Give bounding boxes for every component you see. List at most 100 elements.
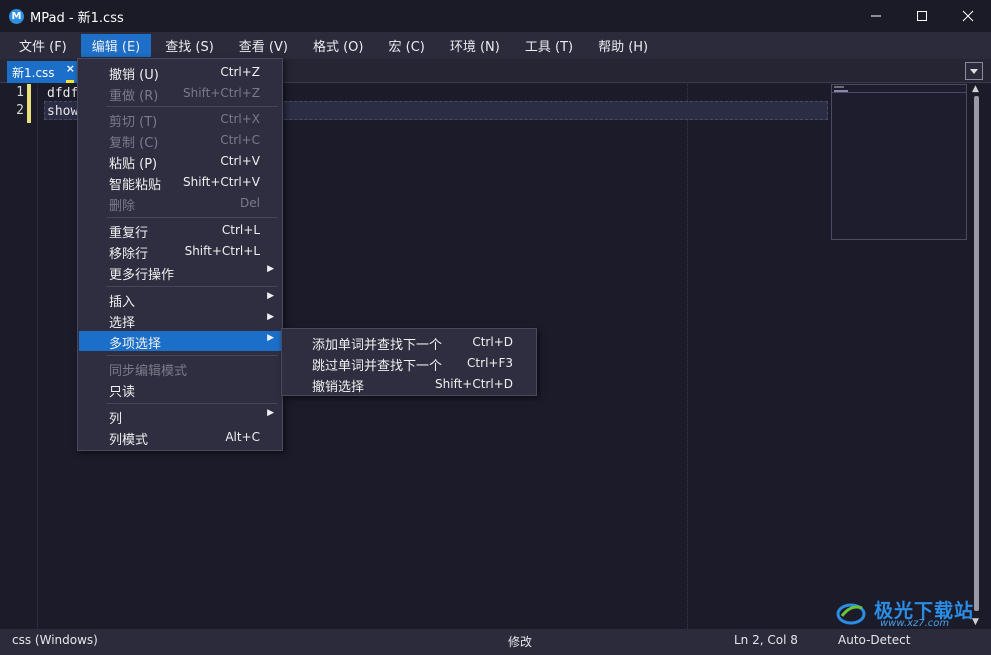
menu-environment[interactable]: 环境 (N) [439, 34, 511, 57]
minimap[interactable] [831, 84, 967, 240]
menu-add-word-find-next[interactable]: 添加单词并查找下一个 Ctrl+D [283, 332, 535, 353]
close-icon [962, 10, 974, 22]
change-marker [27, 103, 31, 123]
submenu-arrow-icon: ▶ [267, 291, 274, 301]
menu-undo[interactable]: 撤销 (U) Ctrl+Z [79, 62, 281, 83]
menu-item-shortcut: Ctrl+F3 [467, 356, 513, 370]
menu-macro[interactable]: 宏 (C) [377, 34, 435, 57]
scrollbar-thumb[interactable] [974, 96, 979, 611]
vertical-scrollbar[interactable]: ▲ ▼ [970, 84, 984, 629]
minimize-icon [871, 15, 881, 17]
menu-paste[interactable]: 粘贴 (P) Ctrl+V [79, 151, 281, 172]
submenu-arrow-icon: ▶ [267, 408, 274, 418]
menu-item-label: 选择 [109, 316, 136, 331]
chevron-down-icon [970, 68, 978, 74]
menu-item-shortcut: Del [240, 196, 260, 210]
title-bar: M MPad - 新1.css [0, 0, 991, 32]
menu-item-label: 智能粘贴 [109, 178, 162, 193]
menu-select[interactable]: 选择 ▶ [79, 310, 281, 331]
maximize-button[interactable] [899, 0, 945, 32]
menu-item-label: 多项选择 [109, 337, 162, 352]
menu-item-label: 撤销 (U) [109, 68, 159, 83]
menu-item-shortcut: Shift+Ctrl+V [183, 175, 260, 189]
menu-item-label: 撤销选择 [312, 380, 365, 395]
menu-separator [106, 217, 278, 218]
menu-item-label: 剪切 (T) [109, 115, 158, 130]
menu-item-label: 只读 [109, 385, 136, 400]
menu-item-label: 插入 [109, 295, 136, 310]
submenu-arrow-icon: ▶ [267, 333, 274, 343]
menu-edit[interactable]: 编辑 (E) [80, 34, 152, 57]
menu-view[interactable]: 查看 (V) [228, 34, 299, 57]
menu-delete[interactable]: 删除 Del [79, 193, 281, 214]
minimize-button[interactable] [853, 0, 899, 32]
menu-smart-paste[interactable]: 智能粘贴 Shift+Ctrl+V [79, 172, 281, 193]
menu-more-line-ops[interactable]: 更多行操作 ▶ [79, 262, 281, 283]
submenu-arrow-icon: ▶ [267, 264, 274, 274]
menu-item-shortcut: Ctrl+C [220, 133, 260, 147]
menu-item-label: 粘贴 (P) [109, 157, 158, 172]
menu-item-shortcut: Ctrl+X [220, 112, 260, 126]
language-mode[interactable]: css (Windows) [12, 633, 98, 647]
menu-item-shortcut: Shift+Ctrl+L [184, 244, 260, 258]
right-margin-guide [687, 84, 688, 629]
code-line[interactable]: show [47, 104, 78, 119]
menu-item-shortcut: Shift+Ctrl+Z [183, 86, 260, 100]
edit-menu: 撤销 (U) Ctrl+Z 重做 (R) Shift+Ctrl+Z 剪切 (T) Ct… [77, 58, 283, 451]
line-number: 2 [16, 103, 24, 118]
menu-insert[interactable]: 插入 ▶ [79, 289, 281, 310]
window-title: MPad - 新1.css [30, 10, 124, 26]
modified-status: 修改 [508, 635, 533, 649]
app-logo-icon: M [9, 8, 24, 24]
menu-sync-edit-mode[interactable]: 同步编辑模式 [79, 358, 281, 379]
scroll-up-icon[interactable]: ▲ [972, 84, 979, 94]
submenu-arrow-icon: ▶ [267, 312, 274, 322]
menu-help[interactable]: 帮助 (H) [587, 34, 659, 57]
menu-item-label: 移除行 [109, 247, 149, 262]
menu-item-shortcut: Shift+Ctrl+D [435, 377, 513, 391]
menu-remove-line[interactable]: 移除行 Shift+Ctrl+L [79, 241, 281, 262]
menu-copy[interactable]: 复制 (C) Ctrl+C [79, 130, 281, 151]
menu-item-label: 同步编辑模式 [109, 364, 188, 379]
maximize-icon [917, 11, 927, 21]
tab-list-dropdown[interactable] [965, 62, 983, 80]
menu-duplicate-line[interactable]: 重复行 Ctrl+L [79, 220, 281, 241]
menu-redo[interactable]: 重做 (R) Shift+Ctrl+Z [79, 83, 281, 104]
cursor-position[interactable]: Ln 2, Col 8 [734, 633, 798, 647]
watermark-logo-icon [836, 603, 866, 625]
code-line[interactable]: dfdf [47, 86, 78, 101]
menu-skip-word-find-next[interactable]: 跳过单词并查找下一个 Ctrl+F3 [283, 353, 535, 374]
encoding-status[interactable]: Auto-Detect [838, 633, 910, 647]
menu-item-label: 列模式 [109, 433, 149, 448]
menu-search[interactable]: 查找 (S) [154, 34, 225, 57]
menu-item-label: 列 [109, 412, 123, 427]
menu-item-shortcut: Ctrl+L [221, 223, 260, 237]
menu-item-label: 添加单词并查找下一个 [312, 338, 443, 353]
menu-file[interactable]: 文件 (F) [8, 34, 78, 57]
tab-label: 新1.css [12, 65, 55, 80]
menu-item-label: 删除 [109, 199, 136, 214]
menu-item-shortcut: Ctrl+D [472, 335, 513, 349]
menu-separator [106, 286, 278, 287]
menu-separator [106, 106, 278, 107]
tab-file[interactable]: 新1.css × [7, 61, 79, 83]
menu-column[interactable]: 列 ▶ [79, 406, 281, 427]
menu-format[interactable]: 格式 (O) [302, 34, 375, 57]
watermark: 极光下载站 www.xz7.com [836, 600, 986, 629]
menu-tools[interactable]: 工具 (T) [514, 34, 584, 57]
menu-item-label: 复制 (C) [109, 136, 159, 151]
menu-column-mode[interactable]: 列模式 Alt+C [79, 427, 281, 448]
menu-bar: 文件 (F) 编辑 (E) 查找 (S) 查看 (V) 格式 (O) 宏 (C)… [0, 32, 991, 59]
fold-guide [37, 84, 38, 629]
status-bar: css (Windows) 修改 Ln 2, Col 8 Auto-Detect [0, 629, 991, 655]
menu-read-only[interactable]: 只读 [79, 379, 281, 400]
change-marker [27, 84, 31, 104]
menu-item-shortcut: Ctrl+V [220, 154, 260, 168]
menu-cut[interactable]: 剪切 (T) Ctrl+X [79, 109, 281, 130]
modified-indicator [66, 80, 74, 83]
close-window-button[interactable] [945, 0, 991, 32]
tab-close-icon[interactable]: × [66, 62, 75, 75]
menu-item-shortcut: Ctrl+Z [220, 65, 260, 79]
menu-undo-selection[interactable]: 撤销选择 Shift+Ctrl+D [283, 374, 535, 395]
menu-multi-select[interactable]: 多项选择 ▶ [79, 331, 281, 352]
